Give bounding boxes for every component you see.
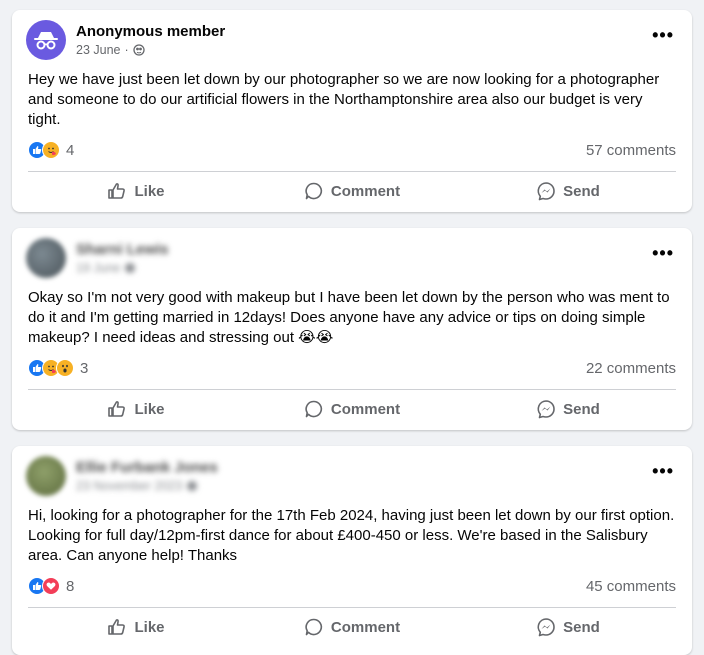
reactions-summary[interactable]: 4	[28, 141, 74, 159]
comments-count[interactable]: 45 comments	[586, 578, 676, 595]
author-name[interactable]: Sharni Lewis	[76, 240, 169, 260]
speech-bubble-icon	[305, 400, 322, 418]
comment-button[interactable]: Comment	[244, 392, 460, 426]
post-body: Okay so I'm not very good with makeup bu…	[28, 289, 670, 346]
avatar[interactable]	[26, 20, 66, 60]
love-reaction-icon	[42, 577, 60, 595]
messenger-icon	[537, 400, 555, 419]
comments-count[interactable]: 57 comments	[586, 142, 676, 159]
separator-dot: ·	[124, 43, 129, 57]
comment-button[interactable]: Comment	[244, 610, 460, 644]
like-button[interactable]: Like	[28, 392, 244, 426]
like-button[interactable]: Like	[28, 174, 244, 208]
post-header: Sharni Lewis 19 June	[26, 238, 169, 278]
thumbs-up-icon	[108, 401, 126, 417]
comment-label: Comment	[330, 182, 401, 200]
speech-bubble-icon	[305, 618, 322, 636]
more-options-button[interactable]: •••	[652, 26, 674, 44]
post-card: Sharni Lewis 19 June ••• Okay so I'm not…	[12, 228, 692, 430]
divider	[28, 607, 676, 608]
like-button[interactable]: Like	[28, 610, 244, 644]
post-date[interactable]: 19 June	[76, 260, 120, 276]
divider	[28, 171, 676, 172]
more-options-button[interactable]: •••	[652, 462, 674, 480]
messenger-icon	[537, 618, 555, 637]
action-bar: Like Comment Send	[28, 174, 676, 208]
globe-icon	[187, 481, 198, 491]
comment-label: Comment	[330, 400, 401, 418]
post-body: Hi, looking for a photographer for the 1…	[28, 507, 675, 564]
comment-label: Comment	[330, 618, 401, 636]
send-button[interactable]: Send	[460, 392, 676, 426]
reaction-count[interactable]: 3	[80, 360, 88, 377]
post-date[interactable]: 23 November 2023	[76, 478, 182, 494]
reactions-summary[interactable]: 8	[28, 577, 74, 595]
more-options-button[interactable]: •••	[652, 244, 674, 262]
send-label: Send	[563, 182, 600, 200]
wow-reaction-icon	[56, 359, 74, 377]
send-button[interactable]: Send	[460, 174, 676, 208]
globe-icon	[133, 44, 145, 56]
speech-bubble-icon	[305, 182, 322, 200]
author-name[interactable]: Ellie Furbank Jones	[76, 458, 218, 478]
post-body: Hey we have just been let down by our ph…	[28, 71, 660, 128]
post-header: Anonymous member 23 June ·	[26, 20, 225, 60]
thumbs-up-icon	[108, 183, 126, 199]
post-header: Ellie Furbank Jones 23 November 2023	[26, 456, 218, 496]
reactions-summary[interactable]: 3	[28, 359, 88, 377]
author-name[interactable]: Anonymous member	[76, 22, 225, 42]
send-label: Send	[563, 400, 600, 418]
post-card: Ellie Furbank Jones 23 November 2023 •••…	[12, 446, 692, 655]
like-label: Like	[134, 182, 165, 200]
send-button[interactable]: Send	[460, 610, 676, 644]
comment-button[interactable]: Comment	[244, 174, 460, 208]
anonymous-incognito-icon	[34, 32, 58, 50]
globe-icon	[125, 263, 136, 273]
care-reaction-icon	[42, 141, 60, 159]
like-label: Like	[134, 618, 165, 636]
avatar[interactable]	[26, 238, 66, 278]
messenger-icon	[537, 182, 555, 201]
post-date[interactable]: 23 June	[76, 42, 120, 58]
reaction-count[interactable]: 4	[66, 142, 74, 159]
post-card: Anonymous member 23 June · ••• Hey we ha…	[12, 10, 692, 212]
avatar[interactable]	[26, 456, 66, 496]
comments-count[interactable]: 22 comments	[586, 360, 676, 377]
action-bar: Like Comment Send	[28, 392, 676, 426]
thumbs-up-icon	[108, 619, 126, 635]
action-bar: Like Comment Send	[28, 610, 676, 644]
divider	[28, 389, 676, 390]
like-label: Like	[134, 400, 165, 418]
reaction-count[interactable]: 8	[66, 578, 74, 595]
send-label: Send	[563, 618, 600, 636]
